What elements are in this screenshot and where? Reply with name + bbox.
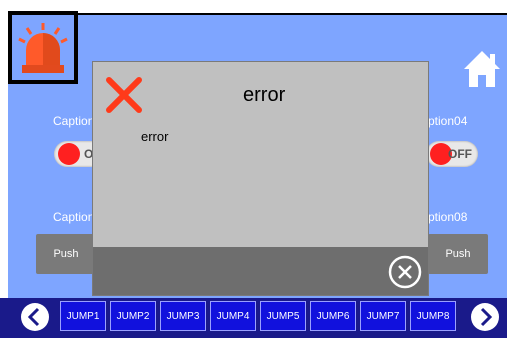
error-dialog: error error	[92, 61, 429, 296]
dialog-message: error	[141, 129, 169, 144]
jump-button-5[interactable]: JUMP5	[260, 301, 306, 331]
caption-08: ption08	[428, 210, 468, 224]
caption-04: ption04	[428, 114, 468, 128]
jump-button-4[interactable]: JUMP4	[210, 301, 256, 331]
chevron-right-icon[interactable]	[470, 302, 500, 332]
caption-01: Caption	[53, 114, 95, 128]
jump-button-2[interactable]: JUMP2	[110, 301, 156, 331]
jump-button-1[interactable]: JUMP1	[60, 301, 106, 331]
alarm-light-icon	[18, 23, 68, 73]
push-button-right[interactable]: Push	[428, 234, 488, 274]
toggle-switch-04[interactable]: OFF	[426, 141, 478, 167]
dialog-footer	[93, 247, 428, 295]
caption-05: Caption	[53, 210, 95, 224]
x-icon	[106, 77, 142, 113]
alarm-panel	[8, 11, 78, 84]
push-button-left[interactable]: Push	[36, 234, 96, 274]
toggle-label: OFF	[448, 147, 472, 161]
dialog-title: error	[243, 84, 286, 106]
close-circle-icon[interactable]	[388, 255, 422, 289]
home-icon[interactable]	[462, 49, 502, 89]
jump-button-8[interactable]: JUMP8	[410, 301, 456, 331]
jump-button-6[interactable]: JUMP6	[310, 301, 356, 331]
jump-navigation-bar: JUMP1 JUMP2 JUMP3 JUMP4 JUMP5 JUMP6 JUMP…	[0, 298, 507, 338]
chevron-left-icon[interactable]	[20, 302, 50, 332]
jump-button-7[interactable]: JUMP7	[360, 301, 406, 331]
toggle-knob	[58, 143, 80, 165]
jump-button-3[interactable]: JUMP3	[160, 301, 206, 331]
top-border	[8, 13, 507, 15]
